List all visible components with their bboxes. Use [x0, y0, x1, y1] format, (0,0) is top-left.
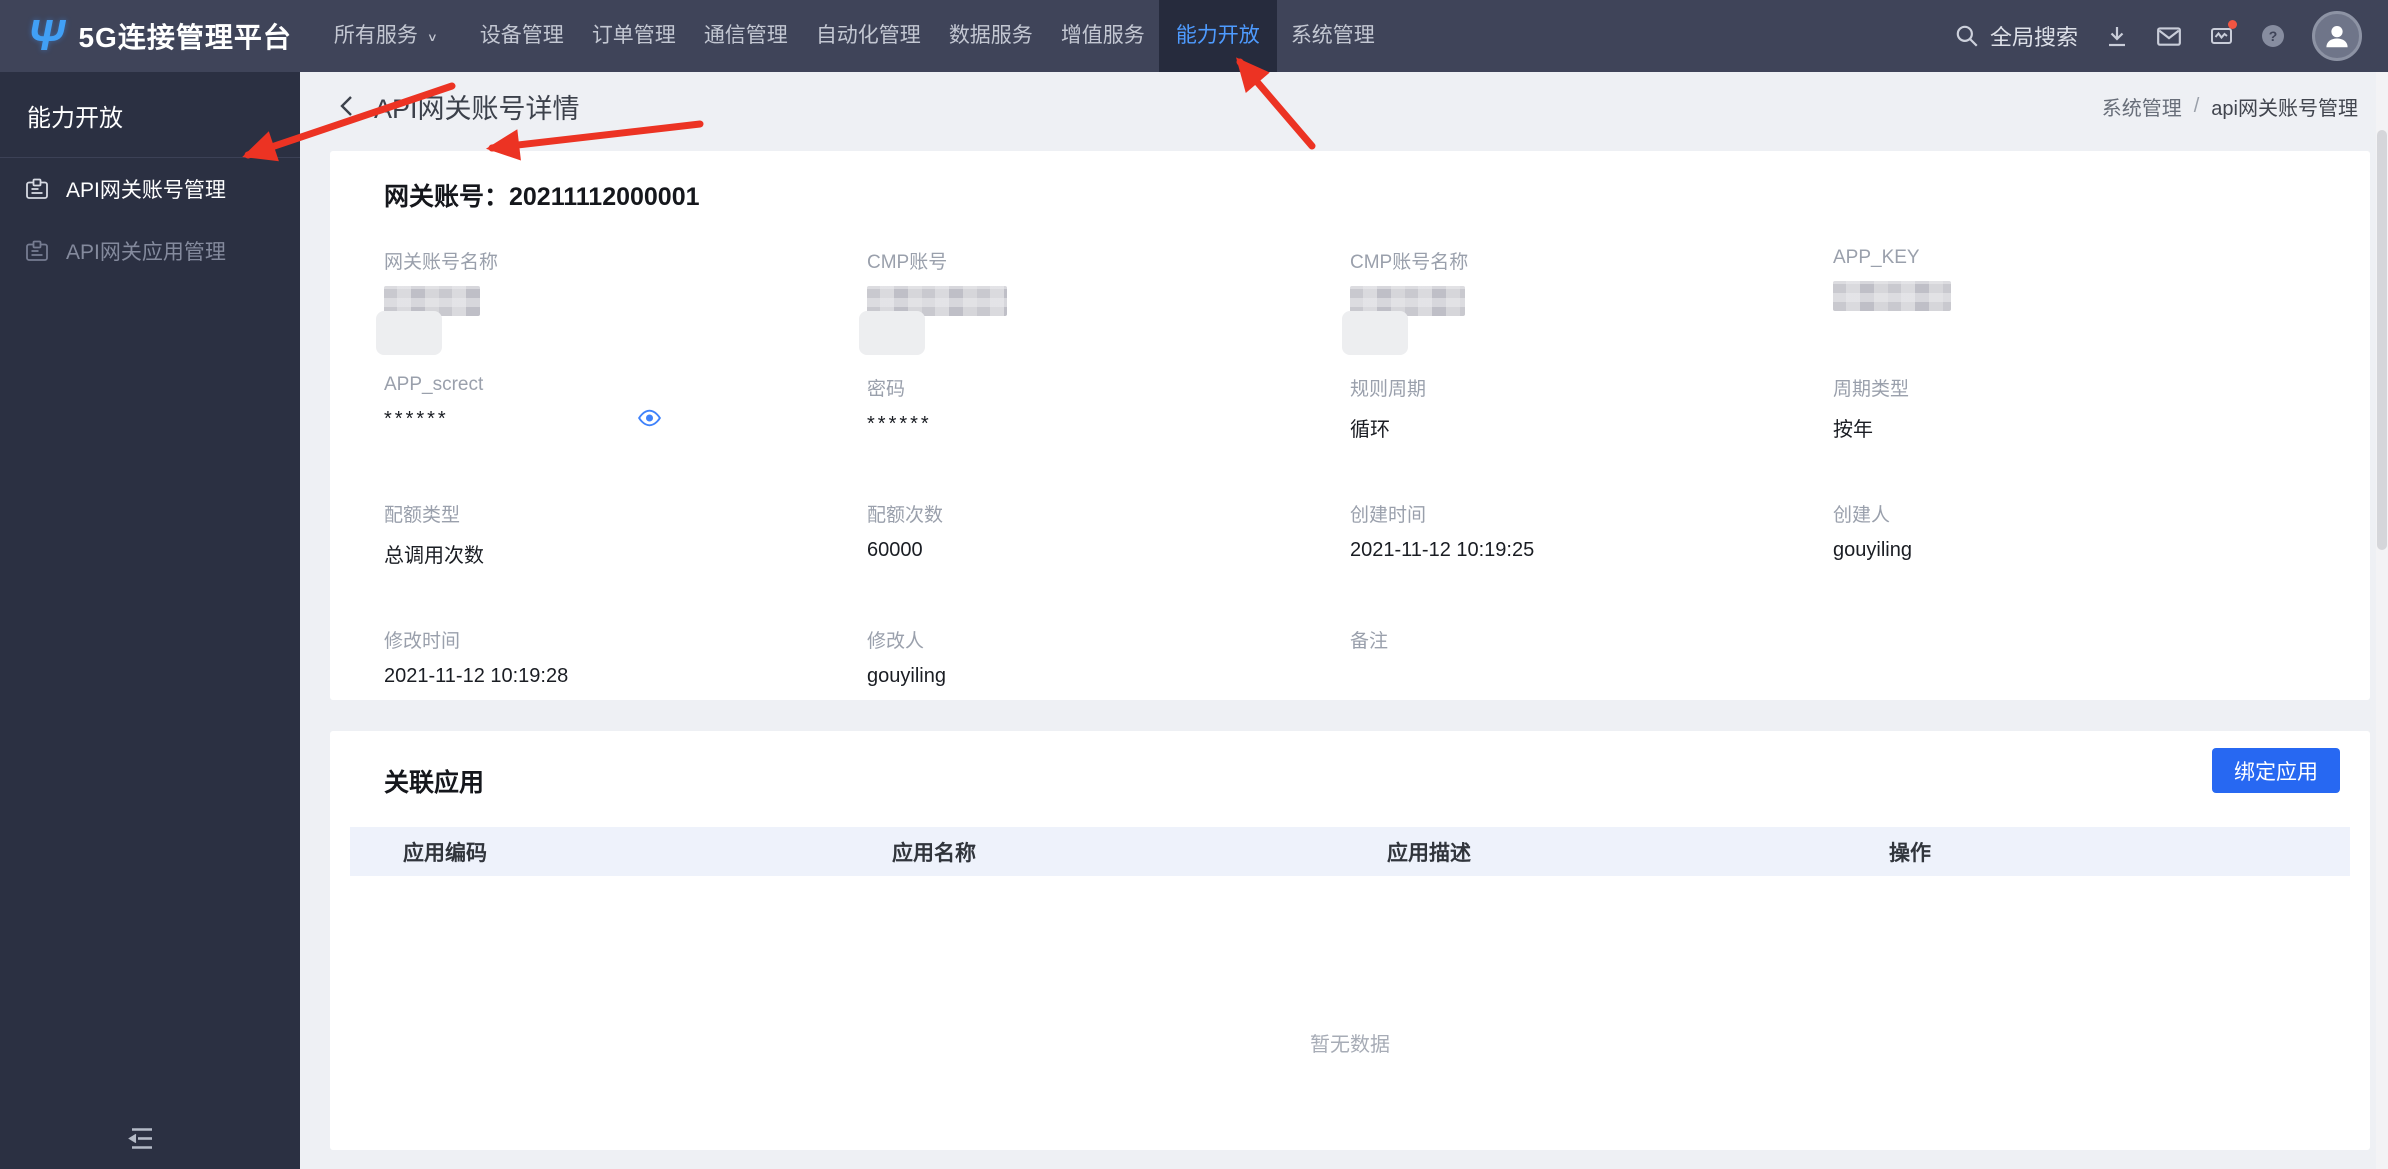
nav-item-comm-mgmt[interactable]: 通信管理: [690, 0, 802, 72]
field-cmp-account-name: CMP账号名称: [1342, 247, 1833, 355]
nav-item-device-mgmt[interactable]: 设备管理: [466, 0, 578, 72]
navbar-right-tools: 全局搜索 ?: [1954, 11, 2388, 61]
user-icon: [2326, 26, 2348, 48]
field-gateway-account-name: 网关账号名称: [376, 247, 867, 355]
nav-item-automation-mgmt[interactable]: 自动化管理: [802, 0, 935, 72]
clipboard-icon: [26, 178, 48, 199]
menu-fold-icon: [128, 1128, 152, 1149]
related-apps-header: 关联应用 绑定应用: [350, 731, 2350, 799]
notification-dot: [2228, 20, 2237, 29]
sidebar-item-label: API网关账号管理: [66, 179, 226, 202]
sidebar-item-api-gateway-app-mgmt[interactable]: API网关应用管理: [0, 220, 300, 282]
chevron-down-icon: ∨: [426, 31, 438, 44]
field-app-secret: APP_screct ******: [384, 374, 867, 442]
account-detail-card: 网关账号：20211112000001 网关账号名称 CMP账号 CMP账号名称…: [330, 151, 2370, 700]
field-modify-time: 修改时间 2021-11-12 10:19:28: [384, 631, 569, 687]
nav-item-value-added-services[interactable]: 增值服务: [1047, 0, 1159, 72]
bind-app-button[interactable]: 绑定应用: [2212, 748, 2340, 793]
field-spacer: [1833, 626, 2316, 689]
related-apps-title: 关联应用: [384, 769, 485, 797]
redacted-value: [1342, 286, 1465, 355]
col-app-name: 应用名称: [892, 841, 976, 865]
sidebar-item-api-gateway-account-mgmt[interactable]: API网关账号管理: [0, 158, 300, 220]
col-app-desc: 应用描述: [1387, 841, 1471, 865]
top-navbar: Ψ 5G连接管理平台 所有服务 ∨ 设备管理 订单管理 通信管理 自动化管理 数据…: [0, 0, 2388, 72]
field-quota-count: 配额次数 60000: [867, 505, 944, 561]
page-title: API网关账号详情: [374, 93, 580, 124]
back-button[interactable]: [336, 93, 358, 119]
scrollbar-thumb[interactable]: [2377, 130, 2387, 550]
sidebar-collapse-button[interactable]: [126, 1125, 156, 1157]
main-content: API网关账号详情 系统管理 / api网关账号管理 网关账号：20211112…: [300, 72, 2388, 1169]
download-icon[interactable]: [2105, 24, 2129, 48]
clipboard-icon: [26, 240, 48, 261]
empty-state-text: 暂无数据: [1310, 1034, 1390, 1056]
field-creator: 创建人 gouyiling: [1833, 505, 1912, 561]
col-app-code: 应用编码: [403, 841, 487, 865]
redacted-value: [1833, 281, 1951, 311]
related-apps-card: 关联应用 绑定应用 应用编码 应用名称 应用描述 操作 暂无数据: [330, 731, 2370, 1150]
svg-text:?: ?: [2269, 28, 2278, 44]
help-icon[interactable]: ?: [2261, 24, 2285, 48]
nav-item-system-mgmt[interactable]: 系统管理: [1277, 0, 1389, 72]
nav-item-order-mgmt[interactable]: 订单管理: [578, 0, 690, 72]
field-rule-cycle: 规则周期 循环: [1350, 379, 1427, 441]
field-quota-type: 配额类型 总调用次数: [384, 505, 484, 567]
eye-icon: [638, 409, 661, 427]
nav-item-data-services[interactable]: 数据服务: [935, 0, 1047, 72]
global-search[interactable]: 全局搜索: [1954, 20, 2078, 52]
field-app-key: APP_KEY: [1833, 247, 2316, 316]
field-modifier: 修改人 gouyiling: [867, 631, 946, 687]
account-number-title: 网关账号：20211112000001: [384, 183, 700, 211]
breadcrumb: 系统管理 / api网关账号管理: [2102, 72, 2358, 140]
redacted-value: [376, 286, 480, 355]
field-create-time: 创建时间 2021-11-12 10:19:25: [1350, 505, 1535, 561]
monitor-icon[interactable]: [2209, 20, 2237, 48]
apps-table-header: 应用编码 应用名称 应用描述 操作: [350, 827, 2350, 876]
nav-item-all-services[interactable]: 所有服务 ∨: [320, 0, 452, 72]
toggle-secret-visibility-button[interactable]: [636, 406, 663, 430]
field-password: 密码 ******: [867, 379, 932, 435]
field-cmp-account: CMP账号: [859, 247, 1350, 355]
sidebar-item-label: API网关应用管理: [66, 241, 226, 264]
telecom-logo-icon: Ψ: [28, 11, 65, 60]
breadcrumb-separator: /: [2193, 94, 2200, 117]
field-cycle-type: 周期类型 按年: [1833, 379, 1910, 441]
mail-icon[interactable]: [2156, 24, 2182, 48]
redacted-value: [859, 286, 1007, 355]
col-actions: 操作: [1889, 841, 1931, 865]
detail-fields-grid: 网关账号名称 CMP账号 CMP账号名称 APP_KEY APP_screct …: [376, 247, 2316, 747]
vertical-scrollbar[interactable]: [2376, 72, 2388, 1169]
nav-item-capability-open[interactable]: 能力开放: [1158, 0, 1277, 72]
brand: Ψ 5G连接管理平台: [0, 14, 292, 58]
sidebar-header: 能力开放: [27, 105, 123, 132]
field-remark: 备注: [1350, 631, 1389, 652]
breadcrumb-current: api网关账号管理: [2211, 97, 2358, 120]
avatar[interactable]: [2312, 11, 2362, 61]
chevron-left-icon: [340, 96, 352, 116]
search-icon: [1956, 25, 1978, 47]
main-nav: 所有服务 ∨ 设备管理 订单管理 通信管理 自动化管理 数据服务 增值服务 能力开…: [320, 0, 1389, 72]
breadcrumb-item-system-mgmt[interactable]: 系统管理: [2102, 92, 2182, 121]
page-header: API网关账号详情 系统管理 / api网关账号管理: [300, 72, 2388, 140]
platform-title: 5G连接管理平台: [78, 22, 292, 53]
sidebar: 能力开放 API网关账号管理 API网关应用管理: [0, 72, 300, 1169]
